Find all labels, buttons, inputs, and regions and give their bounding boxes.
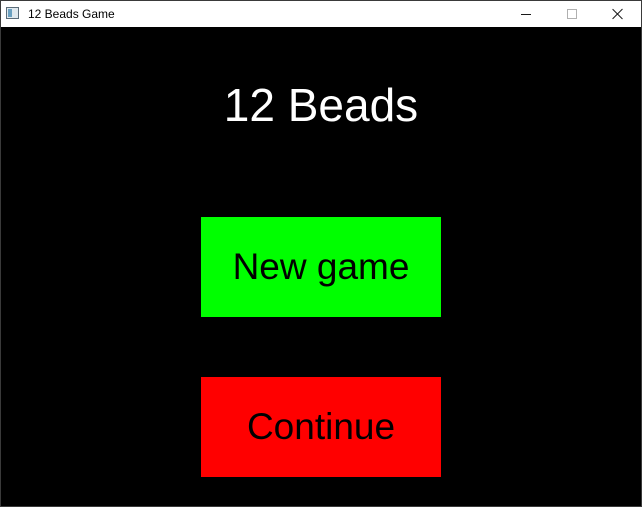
game-title: 12 Beads: [223, 79, 419, 131]
maximize-button[interactable]: [549, 1, 595, 27]
title-bar[interactable]: 12 Beads Game: [1, 1, 641, 27]
close-button[interactable]: [595, 1, 641, 27]
new-game-button[interactable]: New game: [201, 217, 441, 317]
app-window-icon: [6, 7, 19, 19]
minimize-icon: [521, 13, 531, 15]
maximize-icon: [567, 9, 577, 19]
game-canvas: 12 Beads New game Continue: [1, 27, 641, 506]
window-title: 12 Beads Game: [28, 7, 115, 21]
minimize-button[interactable]: [503, 1, 549, 27]
app-window: 12 Beads Game 12 Beads New game Continue: [0, 0, 642, 507]
close-icon: [612, 8, 624, 20]
continue-button[interactable]: Continue: [201, 377, 441, 477]
